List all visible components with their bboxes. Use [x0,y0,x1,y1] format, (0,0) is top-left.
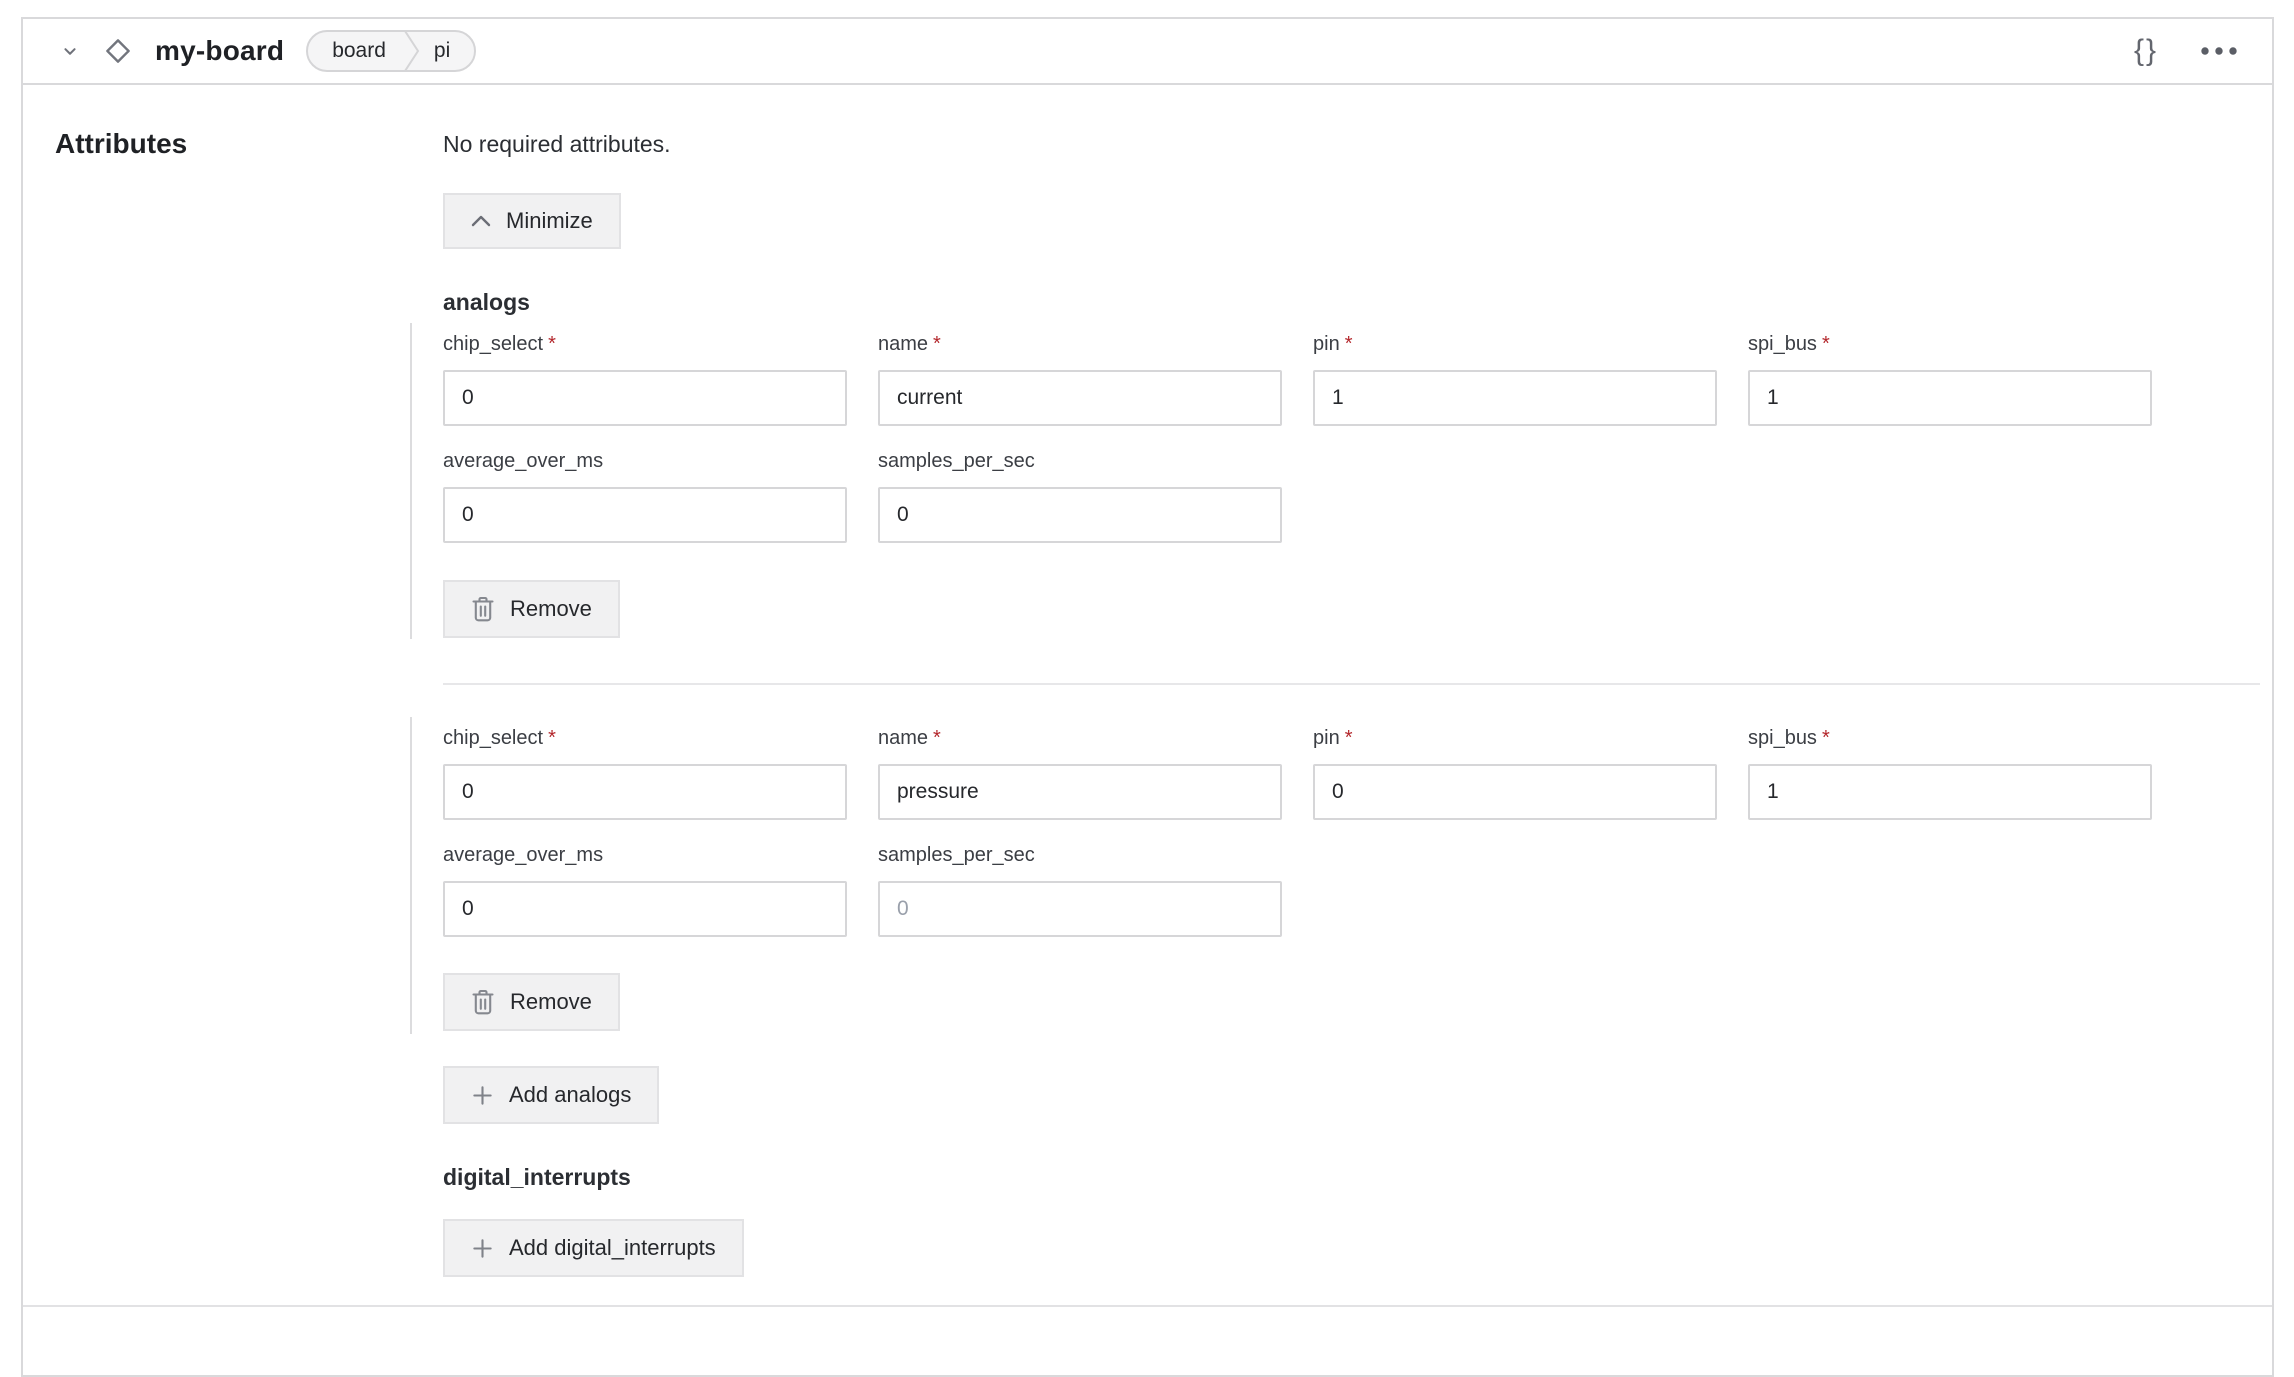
samples-per-sec-label: samples_per_sec [878,451,1282,472]
card-header: my-board board pi {} [23,19,2272,85]
attributes-heading: Attributes [55,128,443,160]
more-menu-button[interactable] [2196,42,2242,60]
samples-per-sec-input[interactable] [878,487,1282,543]
field-chip-select: chip_select* [443,728,847,820]
name-label: name [878,333,928,355]
name-input[interactable] [878,370,1282,426]
minimize-button[interactable]: Minimize [443,193,621,249]
board-component-icon [101,34,135,68]
field-average-over-ms: average_over_ms [443,845,847,937]
remove-button-label: Remove [510,598,592,620]
chip-select-input[interactable] [443,370,847,426]
required-asterisk: * [1345,333,1353,355]
field-pin: pin* [1313,334,1717,426]
section-divider [23,1305,2272,1307]
remove-analog-button[interactable]: Remove [443,973,620,1031]
required-asterisk: * [548,333,556,355]
required-asterisk: * [1822,333,1830,355]
samples-per-sec-input[interactable] [878,881,1282,937]
chip-select-label: chip_select [443,727,543,749]
chip-select-label: chip_select [443,333,543,355]
required-asterisk: * [548,727,556,749]
plus-icon [471,1084,494,1107]
required-asterisk: * [933,333,941,355]
name-input[interactable] [878,764,1282,820]
name-label: name [878,727,928,749]
add-analogs-label: Add analogs [509,1084,631,1106]
no-required-attributes-note: No required attributes. [443,131,2260,158]
add-digital-interrupts-button[interactable]: Add digital_interrupts [443,1219,744,1277]
chip-select-input[interactable] [443,764,847,820]
average-over-ms-input[interactable] [443,487,847,543]
minimize-button-label: Minimize [506,210,593,232]
digital-interrupts-heading: digital_interrupts [443,1164,2260,1191]
chevron-down-icon [59,40,81,62]
analog-item-1: chip_select* name* pin* [410,323,2260,639]
field-spi-bus: spi_bus* [1748,728,2152,820]
trash-icon [471,596,495,622]
average-over-ms-input[interactable] [443,881,847,937]
spi-bus-label: spi_bus [1748,727,1817,749]
field-pin: pin* [1313,728,1717,820]
trash-icon [471,989,495,1015]
field-samples-per-sec: samples_per_sec [878,845,1282,937]
model-badge-model: pi [420,32,474,70]
analogs-heading: analogs [443,289,2260,316]
spi-bus-input[interactable] [1748,764,2152,820]
field-name: name* [878,728,1282,820]
remove-button-label: Remove [510,991,592,1013]
analog-item-2: chip_select* name* pin* [410,717,2260,1034]
attributes-label-column: Attributes [23,85,443,1277]
pin-label: pin [1313,333,1340,355]
average-over-ms-label: average_over_ms [443,451,847,472]
spi-bus-input[interactable] [1748,370,2152,426]
card-body: Attributes No required attributes. Minim… [23,85,2272,1277]
badge-chevron-icon [404,32,420,70]
field-average-over-ms: average_over_ms [443,451,847,543]
attributes-content-column: No required attributes. Minimize analogs… [443,85,2260,1277]
collapse-toggle-button[interactable] [55,36,85,66]
field-chip-select: chip_select* [443,334,847,426]
plus-icon [471,1237,494,1260]
chevron-up-icon [471,215,491,227]
add-digital-interrupts-label: Add digital_interrupts [509,1237,716,1259]
add-analogs-button[interactable]: Add analogs [443,1066,659,1124]
field-name: name* [878,334,1282,426]
pin-label: pin [1313,727,1340,749]
average-over-ms-label: average_over_ms [443,845,847,866]
pin-input[interactable] [1313,764,1717,820]
pin-input[interactable] [1313,370,1717,426]
json-mode-toggle-button[interactable]: {} [2130,32,2162,70]
remove-analog-button[interactable]: Remove [443,580,620,638]
required-asterisk: * [1345,727,1353,749]
required-asterisk: * [933,727,941,749]
spi-bus-label: spi_bus [1748,333,1817,355]
model-badge: board pi [306,30,476,72]
braces-icon: {} [2134,36,2158,66]
ellipsis-icon [2200,46,2238,56]
component-card: my-board board pi {} [21,17,2274,1377]
model-badge-type: board [308,32,404,70]
samples-per-sec-label: samples_per_sec [878,845,1282,866]
field-spi-bus: spi_bus* [1748,334,2152,426]
field-samples-per-sec: samples_per_sec [878,451,1282,543]
required-asterisk: * [1822,727,1830,749]
analog-items-divider [443,683,2260,685]
component-title: my-board [155,35,284,67]
